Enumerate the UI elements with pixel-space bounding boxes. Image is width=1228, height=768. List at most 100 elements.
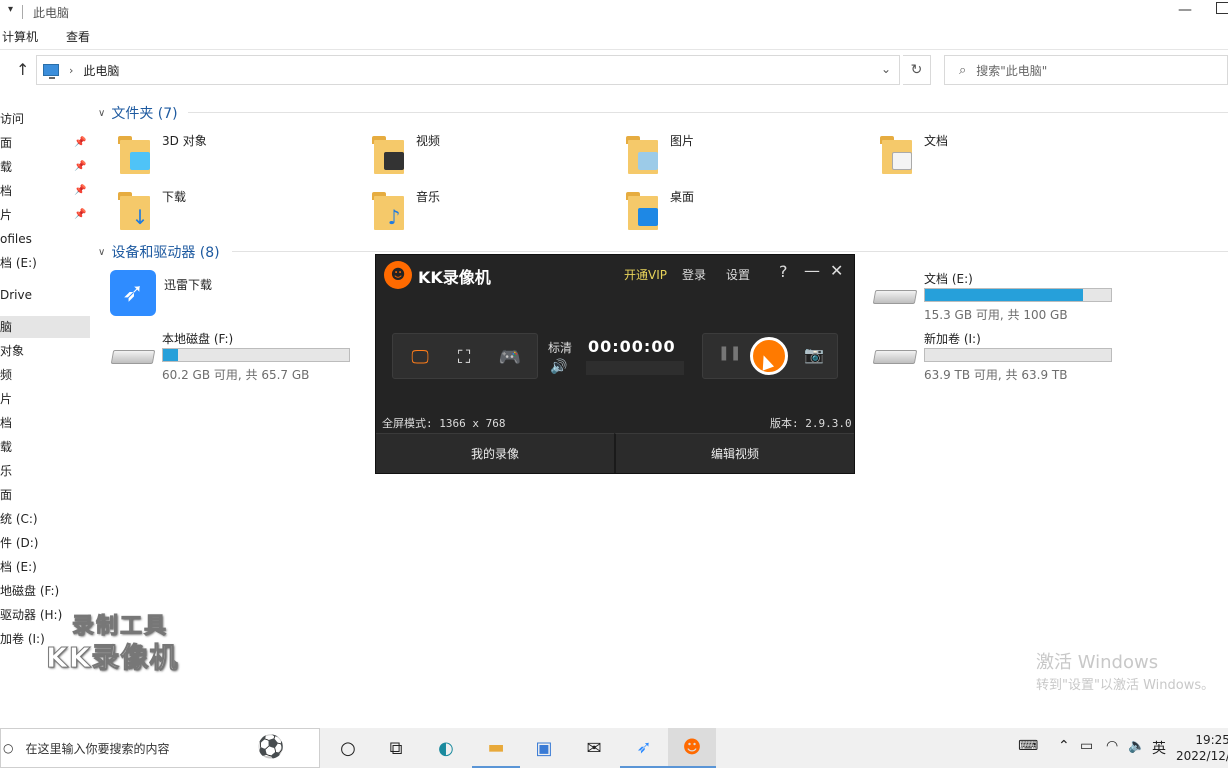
kk-login-link[interactable]: 登录 — [682, 266, 706, 283]
taskbar-search-text: 在这里输入你要搜索的内容 — [25, 741, 170, 756]
folder-documents[interactable]: 文档 — [878, 130, 1078, 180]
kk-timer: 00:00:00 — [588, 337, 676, 356]
sidebar-item-drive-e[interactable]: 档 (E:) — [0, 556, 90, 578]
edit-video-button[interactable]: 编辑视频 — [614, 433, 854, 473]
kk-settings-link[interactable]: 设置 — [726, 266, 750, 283]
downloads-folder-icon: ↓ — [116, 190, 152, 230]
edge-browser-icon[interactable]: ◐ — [422, 728, 470, 768]
sidebar-item-documents-pinned[interactable]: 档 📌 — [0, 180, 90, 202]
sidebar-item-label: 统 (C:) — [0, 512, 38, 526]
folder-label: 桌面 — [670, 190, 695, 204]
sidebar-item-desktop[interactable]: 面 — [0, 484, 90, 506]
game-mode-icon[interactable]: 🎮 — [495, 346, 525, 368]
address-bar[interactable]: › 此电脑 ⌄ — [36, 55, 900, 85]
sidebar-item-label: 乐 — [0, 464, 13, 478]
kk-recorder-taskbar-icon[interactable]: ☻ — [668, 728, 716, 768]
sidebar-item-downloads-pinned[interactable]: 载 📌 — [0, 156, 90, 178]
clock[interactable]: 19:25 2022/12/ — [1176, 732, 1228, 764]
breadcrumb-this-pc[interactable]: 此电脑 — [83, 62, 119, 79]
sidebar-item-quick-access[interactable]: 访问 — [0, 108, 90, 130]
sidebar-item-label: 档 (E:) — [0, 560, 37, 574]
my-recordings-button[interactable]: 我的录像 — [376, 433, 614, 473]
search-input[interactable]: ⌕ 搜索"此电脑" — [944, 55, 1228, 85]
sidebar-item-label: 访问 — [0, 112, 25, 126]
input-language-indicator[interactable]: 英 — [1152, 738, 1166, 758]
sidebar-item-onedrive[interactable]: Drive — [0, 284, 90, 306]
pictures-folder-icon — [624, 134, 660, 174]
kk-help-icon[interactable]: ? — [779, 262, 788, 281]
kk-bottom-bar: 我的录像 编辑视频 — [376, 433, 854, 473]
folder-videos[interactable]: 视频 — [370, 130, 570, 180]
kk-mode-panel: 🖵 ⛶ 🎮 — [392, 333, 538, 379]
watermark-line-2: KK录像机 — [45, 641, 179, 675]
breadcrumb-chevron-icon[interactable]: › — [69, 64, 73, 77]
folder-3d-objects[interactable]: 3D 对象 — [116, 130, 316, 180]
address-dropdown-icon[interactable]: ⌄ — [881, 62, 891, 76]
keyboard-icon[interactable]: ⌨ — [1018, 738, 1038, 754]
quick-access-dropdown-icon[interactable]: ▾ — [8, 4, 13, 15]
kk-title-bar[interactable]: ☻ KK录像机 开通VIP 登录 设置 ? — ✕ — [376, 255, 854, 291]
speaker-icon[interactable]: 🔈 — [1128, 738, 1145, 754]
screenshot-camera-icon[interactable]: 📷 — [804, 345, 824, 364]
tab-computer[interactable]: 计算机 — [2, 28, 38, 45]
sidebar-item-documents[interactable]: 档 — [0, 412, 90, 434]
kk-minimize-icon[interactable]: — — [804, 261, 820, 280]
sidebar-item-drive-f[interactable]: 地磁盘 (F:) — [0, 580, 90, 602]
xunlei-taskbar-icon[interactable]: ➶ — [620, 728, 668, 768]
region-mode-icon[interactable]: ⛶ — [449, 346, 479, 368]
title-bar: ▾ 此电脑 — — [0, 0, 1228, 24]
sidebar-item-profiles[interactable]: ofiles — [0, 228, 90, 250]
fullscreen-mode-icon[interactable]: 🖵 — [405, 346, 435, 368]
file-explorer-icon[interactable]: ▬ — [472, 728, 520, 768]
mail-icon[interactable]: ✉ — [570, 728, 618, 768]
pin-icon: 📌 — [74, 137, 87, 148]
window-title: 此电脑 — [33, 6, 70, 20]
drive-e[interactable]: 文档 (E:) 15.3 GB 可用, 共 100 GB — [872, 270, 1122, 326]
up-arrow-icon[interactable]: ↑ — [16, 60, 29, 79]
task-view-icon[interactable]: ⧉ — [372, 728, 420, 768]
cortana-icon[interactable]: ○ — [324, 728, 372, 768]
sidebar-item-desktop-pinned[interactable]: 面 📌 — [0, 132, 90, 154]
folder-downloads[interactable]: ↓ 下载 — [116, 186, 316, 236]
minimize-icon[interactable]: — — [1178, 2, 1192, 18]
folders-section-header[interactable]: ∨ 文件夹 (7) — [98, 103, 178, 123]
kk-quality-label[interactable]: 标清 — [548, 339, 572, 356]
pause-icon[interactable]: ❚❚ — [718, 345, 741, 361]
battery-icon[interactable]: ▭ — [1080, 738, 1093, 754]
refresh-button[interactable]: ↻ — [903, 55, 931, 85]
maximize-icon[interactable] — [1216, 2, 1228, 14]
folder-desktop[interactable]: 桌面 — [624, 186, 824, 236]
sidebar-item-3d-objects[interactable]: 对象 — [0, 340, 90, 362]
sidebar-item-downloads[interactable]: 载 — [0, 436, 90, 458]
drive-i[interactable]: 新加卷 (I:) 63.9 TB 可用, 共 63.9 TB — [872, 330, 1122, 386]
sidebar-item-documents-e[interactable]: 档 (E:) — [0, 252, 90, 274]
sidebar-item-this-pc[interactable]: 脑 — [0, 316, 90, 338]
tab-view[interactable]: 查看 — [66, 28, 90, 45]
taskbar-search-box[interactable]: ○ 在这里输入你要搜索的内容 ⚽ — [0, 728, 320, 768]
device-xunlei-download[interactable]: ➶ 迅雷下载 — [108, 268, 308, 318]
pin-icon: 📌 — [74, 209, 87, 220]
tray-overflow-icon[interactable]: ⌃ — [1058, 738, 1070, 754]
sidebar-item-drive-d[interactable]: 件 (D:) — [0, 532, 90, 554]
folder-music[interactable]: ♪ 音乐 — [370, 186, 570, 236]
store-icon[interactable]: ▣ — [520, 728, 568, 768]
sidebar-item-pictures[interactable]: 片 — [0, 388, 90, 410]
sidebar-item-label: ofiles — [0, 232, 32, 246]
kk-close-icon[interactable]: ✕ — [830, 261, 843, 280]
activation-title: 激活 Windows — [1036, 652, 1159, 673]
sidebar-item-label: 面 — [0, 136, 13, 150]
sidebar-item-videos[interactable]: 频 — [0, 364, 90, 386]
folder-pictures[interactable]: 图片 — [624, 130, 824, 180]
sidebar-item-pictures-pinned[interactable]: 片 📌 — [0, 204, 90, 226]
drive-name: 文档 (E:) — [924, 272, 973, 286]
sidebar-item-drive-c[interactable]: 统 (C:) — [0, 508, 90, 530]
kk-vip-link[interactable]: 开通VIP — [624, 266, 667, 283]
devices-section-header[interactable]: ∨ 设备和驱动器 (8) — [98, 242, 220, 262]
collapse-chevron-icon: ∨ — [98, 107, 106, 119]
drive-f[interactable]: 本地磁盘 (F:) 60.2 GB 可用, 共 65.7 GB — [110, 330, 360, 386]
sidebar-item-label: 档 (E:) — [0, 256, 37, 270]
kk-mode-info: 全屏模式: 1366 x 768 — [382, 417, 506, 430]
network-icon[interactable]: ◠ — [1106, 738, 1118, 754]
sidebar-item-music[interactable]: 乐 — [0, 460, 90, 482]
volume-icon[interactable]: 🔊 — [550, 359, 567, 375]
